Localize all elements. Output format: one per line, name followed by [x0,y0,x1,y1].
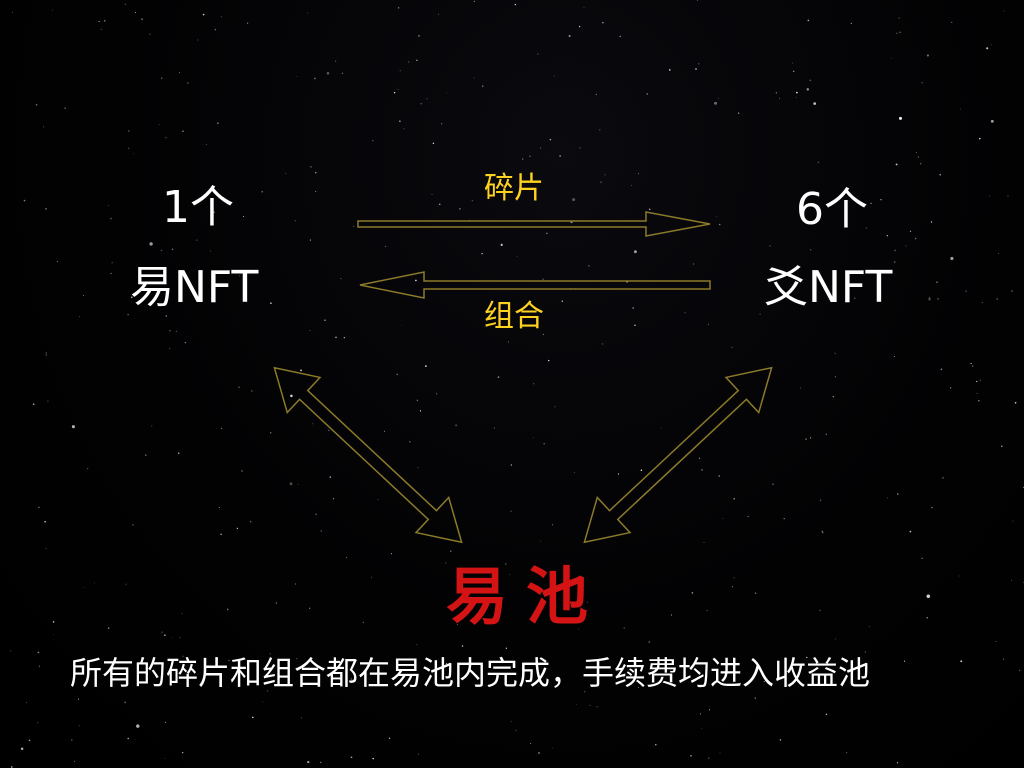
right-double-arrow [583,366,773,544]
fragment-arrow-label: 碎片 [484,171,544,206]
right-arrow [357,211,711,237]
left-double-arrow [273,366,463,544]
left-arrow [359,271,711,299]
caption: 所有的碎片和组合都在易池内完成，手续费均进入收益池 [70,654,871,692]
right-node-count: 6个 [796,184,868,235]
arrows-layer [273,211,773,544]
right-node-name: 爻NFT [764,262,893,313]
pool-title: 易池 [446,560,607,633]
left-node-count: 1个 [162,182,234,233]
slide: 1个 易NFT 6个 爻NFT 碎片 组合 易池 所有的碎片和组合都在易池内完成… [0,0,1024,768]
left-node-name: 易NFT [130,262,259,313]
combine-arrow-label: 组合 [484,299,544,334]
